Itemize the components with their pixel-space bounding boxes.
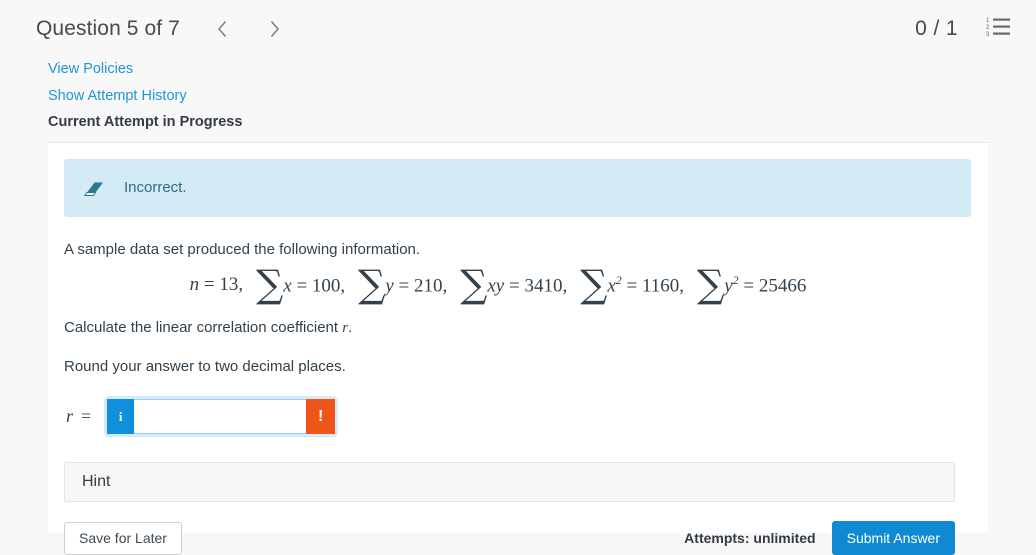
- instruction-text-pre: Calculate the linear correlation coeffic…: [64, 319, 342, 336]
- previous-question-button[interactable]: [206, 12, 240, 46]
- score-display: 0 / 1: [915, 17, 958, 41]
- chevron-left-icon: [217, 20, 228, 38]
- math-term-equals: = 100,: [292, 276, 345, 297]
- math-term-variable: x: [607, 276, 615, 297]
- show-attempt-history-link[interactable]: Show Attempt History: [48, 89, 187, 116]
- math-n-variable: n: [190, 274, 200, 295]
- answer-row: r = i !: [64, 399, 972, 434]
- math-sum-term: ∑xy = 3410,: [460, 273, 567, 297]
- question-instruction-2: Round your answer to two decimal places.: [64, 358, 972, 377]
- sigma-icon: ∑: [580, 262, 607, 306]
- math-term-equals: = 3410,: [504, 276, 567, 297]
- answer-equals-sign: =: [81, 406, 91, 427]
- svg-text:2: 2: [986, 25, 990, 31]
- sigma-icon: ∑: [358, 262, 385, 306]
- hint-panel[interactable]: Hint: [64, 462, 955, 502]
- math-sum-term: ∑x = 100,: [256, 273, 345, 297]
- math-term-variable: xy: [487, 276, 504, 297]
- math-term-variable: x: [283, 276, 291, 297]
- svg-text:1: 1: [986, 18, 990, 24]
- math-term-equals: = 25466: [739, 276, 807, 297]
- math-term-equals: = 1160,: [622, 276, 684, 297]
- incorrect-banner-text: Incorrect.: [124, 179, 187, 196]
- math-n-equals: = 13,: [199, 274, 243, 295]
- chevron-right-icon: [269, 20, 280, 38]
- math-term-variable: y: [385, 276, 393, 297]
- math-sum-term: ∑y2 = 25466: [697, 273, 806, 297]
- alert-badge-icon[interactable]: !: [306, 399, 335, 434]
- answer-input[interactable]: [134, 399, 306, 434]
- attempts-label: Attempts: unlimited: [684, 530, 815, 546]
- svg-text:3: 3: [986, 32, 990, 37]
- question-intro-text: A sample data set produced the following…: [64, 241, 972, 260]
- math-term-variable: y: [724, 276, 732, 297]
- math-term-equals: = 210,: [394, 276, 447, 297]
- attempt-status-label: Current Attempt in Progress: [48, 115, 1036, 142]
- math-sum-term: ∑x2 = 1160,: [580, 273, 684, 297]
- answer-input-group: i !: [107, 399, 335, 434]
- math-n-term: n = 13,: [190, 274, 243, 296]
- info-badge-icon[interactable]: i: [107, 399, 134, 434]
- hint-label: Hint: [82, 473, 110, 491]
- question-header: Question 5 of 7 0 / 1 1 2 3: [0, 0, 1036, 57]
- links-row: View Policies Show Attempt History Curre…: [0, 57, 1036, 142]
- view-policies-link[interactable]: View Policies: [48, 57, 133, 89]
- eraser-icon: [78, 173, 108, 203]
- question-footer: Save for Later Attempts: unlimited Submi…: [64, 521, 955, 555]
- numbered-list-icon[interactable]: 1 2 3: [986, 16, 1010, 42]
- submit-answer-button[interactable]: Submit Answer: [832, 521, 955, 555]
- answer-variable-label: r: [66, 406, 73, 427]
- math-expression: n = 13, ∑x = 100, ∑y = 210, ∑xy = 3410, …: [64, 273, 972, 297]
- instruction-text-post: .: [348, 319, 352, 336]
- page-title: Question 5 of 7: [36, 17, 180, 41]
- math-sum-term: ∑y = 210,: [358, 273, 447, 297]
- sigma-icon: ∑: [256, 262, 283, 306]
- question-card: Incorrect. A sample data set produced th…: [48, 142, 988, 533]
- question-body: A sample data set produced the following…: [48, 241, 988, 555]
- sigma-icon: ∑: [460, 262, 487, 306]
- sigma-icon: ∑: [697, 262, 724, 306]
- question-instruction-1: Calculate the linear correlation coeffic…: [64, 319, 972, 338]
- next-question-button[interactable]: [258, 12, 292, 46]
- incorrect-banner: Incorrect.: [64, 159, 971, 217]
- save-for-later-button[interactable]: Save for Later: [64, 522, 182, 555]
